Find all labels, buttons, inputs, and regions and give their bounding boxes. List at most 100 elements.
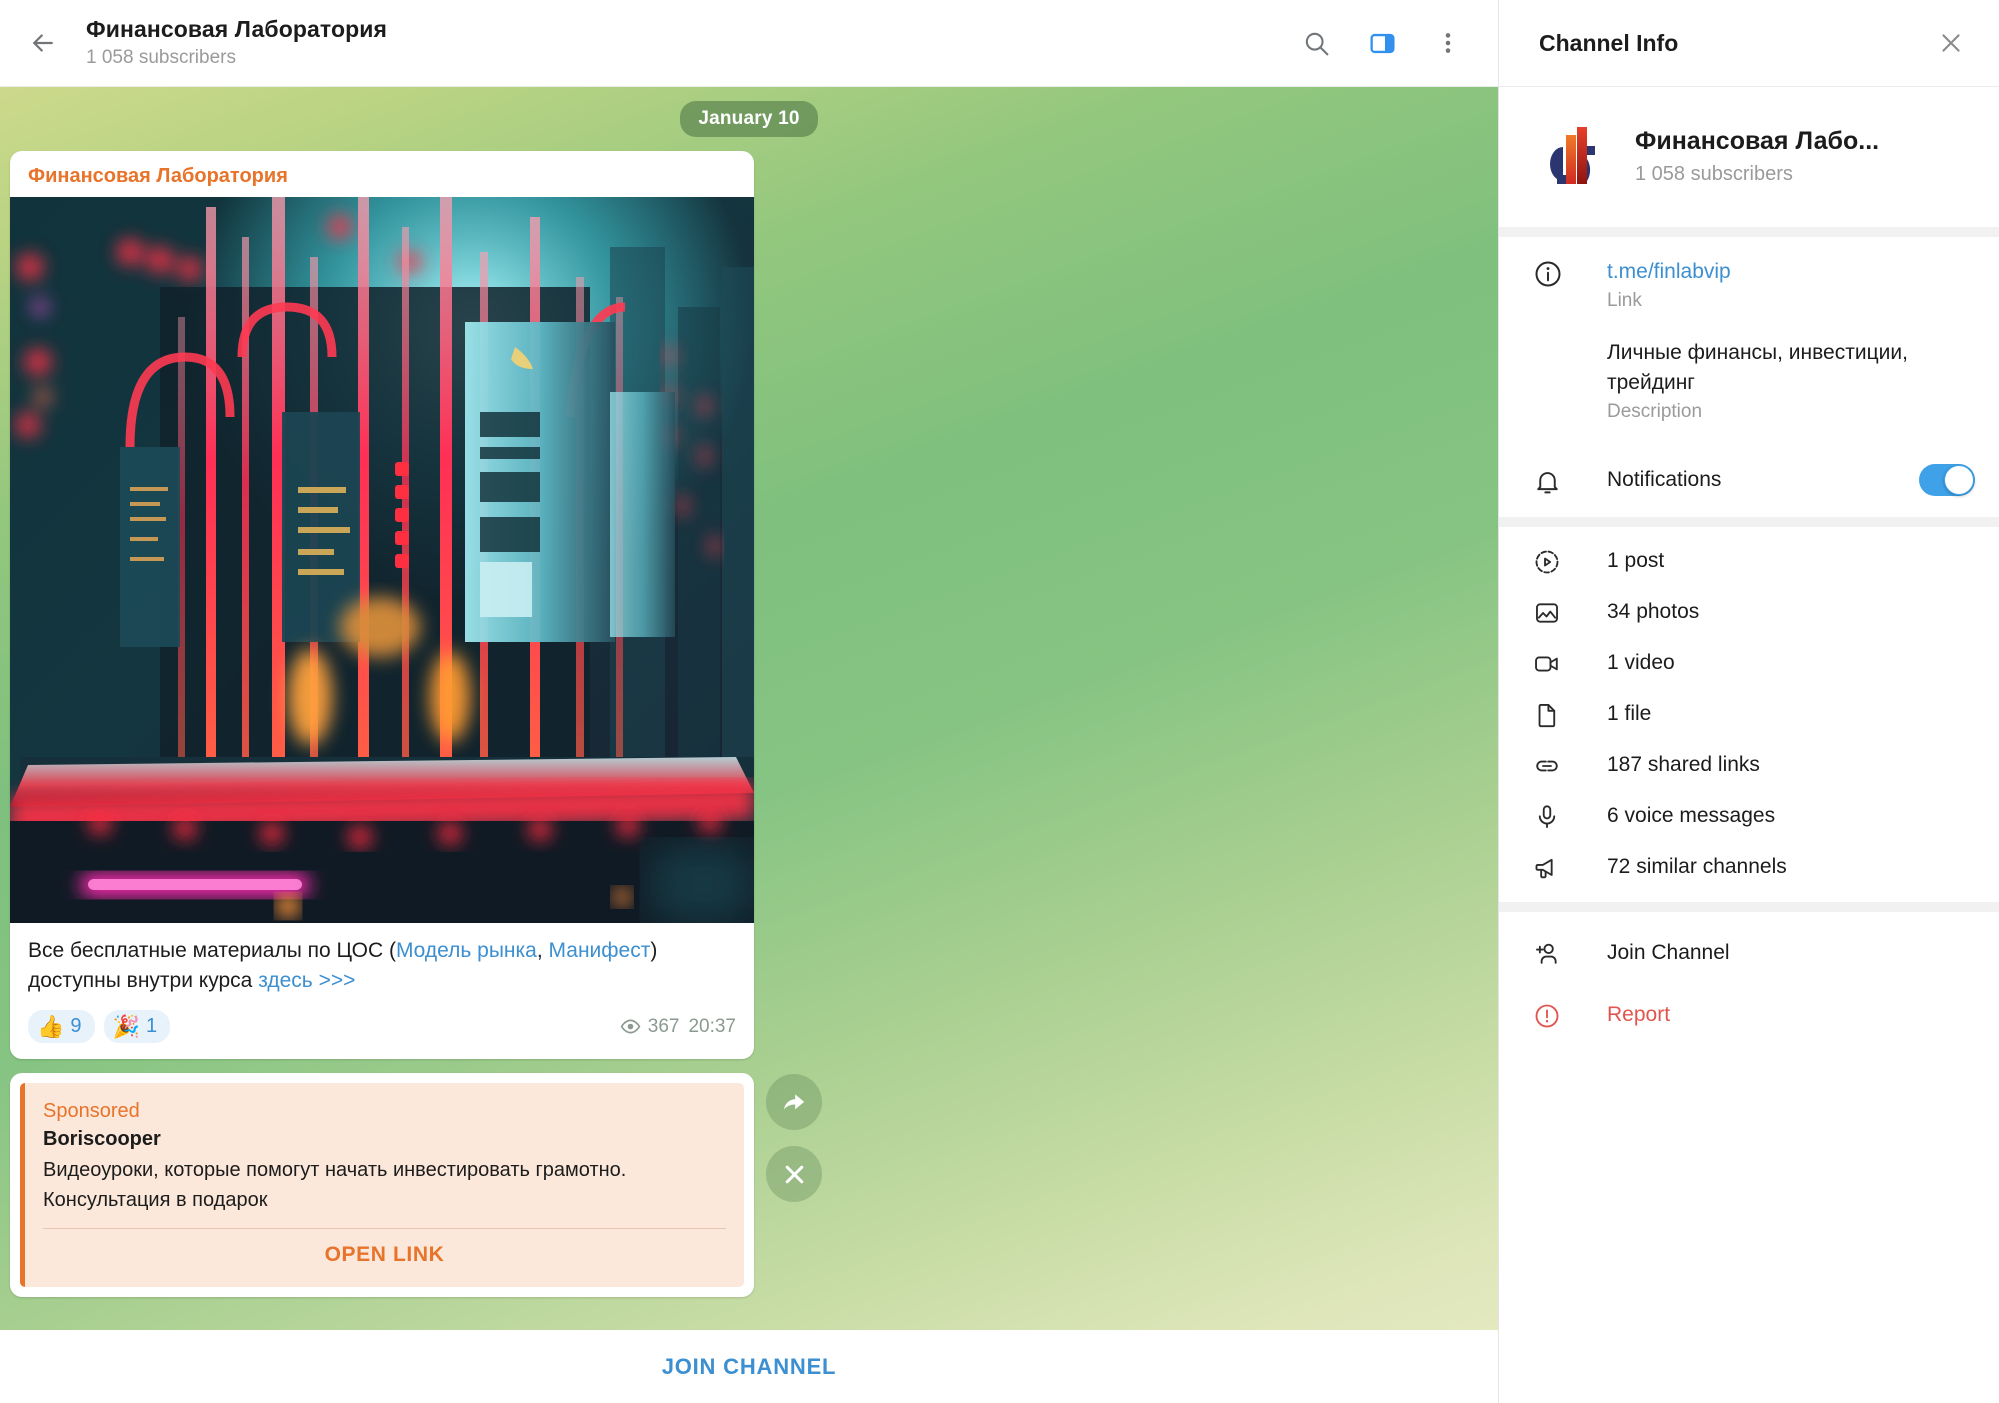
more-vertical-icon (1435, 30, 1461, 56)
sponsored-label: Sponsored (43, 1100, 140, 1122)
link-icon (1533, 750, 1579, 780)
sponsored-card: Sponsored Boriscooper Видеоуроки, которы… (20, 1083, 744, 1287)
media-stat-row[interactable]: 34 photos (1499, 586, 1999, 637)
channel-description-main: Личные финансы, инвестиции, трейдинг Des… (1579, 338, 1975, 423)
info-panel-header: Channel Info (1499, 0, 1999, 87)
channel-link-value[interactable]: t.me/finlabvip (1607, 257, 1975, 287)
info-panel-title: Channel Info (1539, 29, 1679, 56)
notifications-row[interactable]: Notifications (1499, 443, 1999, 517)
file-icon (1533, 699, 1579, 729)
channel-description-row[interactable]: Личные финансы, инвестиции, трейдинг Des… (1499, 332, 1999, 443)
date-divider: January 10 (680, 101, 818, 137)
chat-header: Финансовая Лаборатория 1 058 subscribers (0, 0, 1498, 87)
channel-profile-name: Финансовая Лабо... (1635, 126, 1880, 155)
megaphone-icon (1533, 852, 1579, 882)
reaction-count: 9 (70, 1015, 82, 1037)
chat-scroll[interactable]: January 10 Финансовая Лаборатория Все бе… (0, 87, 1498, 1330)
bell-icon (1533, 465, 1579, 496)
chat-header-titles[interactable]: Финансовая Лаборатория 1 058 subscribers (86, 15, 1288, 71)
video-icon (1533, 648, 1579, 678)
message-footer: 👍 9 🎉 1 367 20:37 (10, 1000, 754, 1059)
message-photo[interactable] (10, 197, 754, 923)
channel-description-caption: Description (1607, 401, 1703, 422)
close-sponsored-button[interactable] (766, 1146, 822, 1202)
floating-action-buttons (766, 1074, 822, 1202)
post-play-icon (1533, 546, 1579, 576)
share-forward-icon (780, 1088, 808, 1116)
media-stat-row[interactable]: 1 file (1499, 688, 1999, 739)
media-stat-row-label: 6 voice messages (1607, 803, 1776, 827)
close-icon (1937, 29, 1965, 57)
view-count: 367 (620, 1016, 679, 1038)
report-alert-icon (1533, 1000, 1579, 1030)
avatar (1539, 119, 1613, 193)
caption-text: , (536, 939, 549, 962)
sponsored-message[interactable]: Sponsored Boriscooper Видеоуроки, которы… (10, 1073, 754, 1297)
channel-profile[interactable]: Финансовая Лабо... 1 058 subscribers (1499, 87, 1999, 227)
reaction-chip[interactable]: 🎉 1 (103, 1010, 171, 1043)
channel-link-main: t.me/finlabvip Link (1579, 257, 1975, 312)
date-divider-row: January 10 (0, 101, 1498, 137)
channel-profile-texts: Финансовая Лабо... 1 058 subscribers (1635, 127, 1879, 186)
channel-profile-subscribers: 1 058 subscribers (1635, 162, 1793, 185)
channel-info-panel: Channel Info Финансовая Лабо... 1 058 su… (1499, 0, 1999, 1403)
chat-message-area: January 10 Финансовая Лаборатория Все бе… (0, 87, 1498, 1330)
channel-action-row[interactable]: Join Channel (1499, 922, 1999, 984)
chat-column: Финансовая Лаборатория 1 058 subscribers (0, 0, 1499, 1403)
channel-action-row-label: Report (1607, 1003, 1671, 1026)
media-stat-row-label: 187 shared links (1607, 752, 1760, 776)
toggle-info-panel-button[interactable] (1354, 15, 1410, 71)
chat-header-actions (1288, 15, 1476, 71)
media-stat-row-label: 1 video (1607, 650, 1675, 674)
message-author: Финансовая Лаборатория (28, 165, 288, 187)
message-bubble[interactable]: Финансовая Лаборатория Все бесплатные ма… (10, 151, 754, 1059)
channel-description-value: Личные финансы, инвестиции, трейдинг (1607, 341, 1908, 394)
info-circle-icon (1533, 257, 1579, 289)
notifications-toggle[interactable] (1919, 464, 1975, 496)
close-info-panel-button[interactable] (1923, 15, 1979, 71)
channel-action-row[interactable]: Report (1499, 984, 1999, 1046)
caption-text: Все бесплатные материалы по ЦОС ( (28, 939, 396, 962)
section-divider (1499, 227, 1999, 237)
sponsored-open-link-button[interactable]: OPEN LINK (43, 1229, 726, 1279)
message-reactions: 👍 9 🎉 1 (28, 1010, 171, 1043)
reaction-count: 1 (145, 1015, 158, 1037)
forward-message-button[interactable] (766, 1074, 822, 1130)
caption-link[interactable]: Модель рынка (396, 939, 537, 962)
media-stat-row[interactable]: 6 voice messages (1499, 790, 1999, 841)
close-icon (781, 1161, 808, 1188)
join-channel-bar-label: JOIN CHANNEL (661, 1353, 837, 1379)
sidebar-toggle-icon (1368, 29, 1397, 58)
media-stat-row-label: 72 similar channels (1607, 854, 1787, 878)
more-options-button[interactable] (1420, 15, 1476, 71)
messages-wrapper: Финансовая Лаборатория Все бесплатные ма… (0, 151, 1498, 1297)
channel-action-row-label: Join Channel (1607, 941, 1730, 964)
chat-title: Финансовая Лаборатория (86, 16, 388, 42)
media-stat-row[interactable]: 1 video (1499, 637, 1999, 688)
back-button[interactable] (14, 14, 72, 72)
media-stat-row-label: 1 file (1607, 701, 1652, 725)
media-stat-row[interactable]: 1 post (1499, 535, 1999, 586)
sponsored-text: Видеоуроки, которые помогут начать инвес… (43, 1159, 627, 1211)
arrow-left-icon (28, 28, 58, 58)
channel-logo-icon (1541, 121, 1611, 191)
channel-actions-list: Join Channel Report (1499, 912, 1999, 1046)
join-channel-bar[interactable]: JOIN CHANNEL (0, 1330, 1498, 1403)
caption-link[interactable]: здесь >>> (258, 969, 355, 992)
media-stat-row-label: 34 photos (1607, 599, 1700, 623)
reaction-chip[interactable]: 👍 9 (28, 1010, 95, 1043)
channel-link-row[interactable]: t.me/finlabvip Link (1499, 237, 1999, 332)
caption-link[interactable]: Манифест (549, 939, 651, 962)
photo-artwork (10, 197, 754, 923)
media-stat-row[interactable]: 72 similar channels (1499, 841, 1999, 892)
info-panel-body: Финансовая Лабо... 1 058 subscribers t.m… (1499, 87, 1999, 1403)
message-caption: Все бесплатные материалы по ЦОС (Модель … (10, 923, 754, 1000)
telegram-window: Финансовая Лаборатория 1 058 subscribers (0, 0, 1999, 1403)
add-user-icon (1533, 938, 1579, 968)
microphone-icon (1533, 801, 1579, 831)
media-stats-list: 1 post 34 photos 1 video 1 file 187 shared l… (1499, 527, 1999, 902)
search-button[interactable] (1288, 15, 1344, 71)
media-stat-row[interactable]: 187 shared links (1499, 739, 1999, 790)
message-time: 20:37 (688, 1015, 736, 1037)
photo-icon (1533, 597, 1579, 627)
